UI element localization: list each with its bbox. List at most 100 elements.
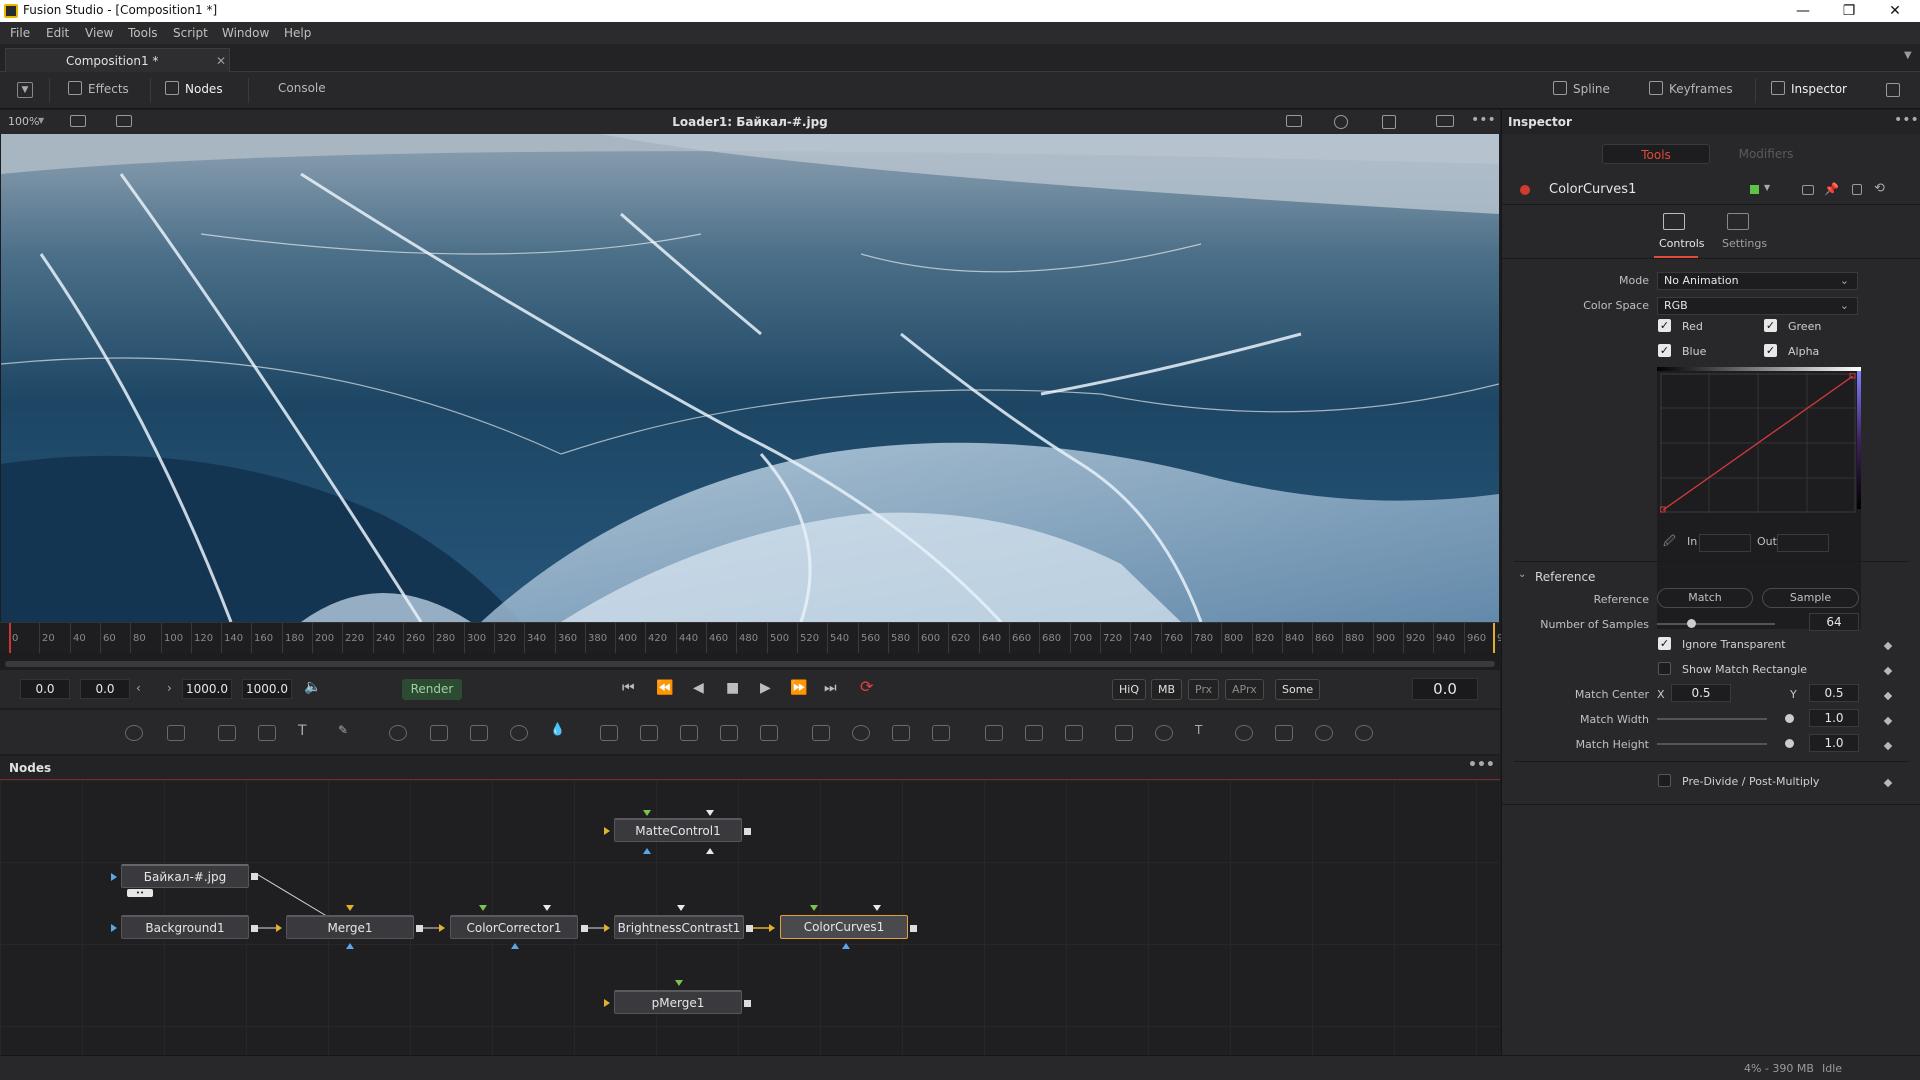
curves-input-green[interactable] <box>810 905 818 911</box>
merge-bg-input[interactable] <box>276 924 282 932</box>
match-height-field[interactable]: 1.0 <box>1809 734 1859 752</box>
match-height-slider[interactable] <box>1657 743 1767 745</box>
menu-edit[interactable]: Edit <box>46 26 69 40</box>
node-background1[interactable]: Background1 <box>121 915 249 939</box>
transform-tool-icon[interactable] <box>680 725 698 741</box>
resize-tool-icon[interactable] <box>720 725 738 741</box>
predivide-checkbox[interactable] <box>1658 774 1671 787</box>
ellipse-mask-icon[interactable] <box>852 725 870 741</box>
node-mattecontrol1[interactable]: MatteControl1 <box>614 818 742 842</box>
keyframes-button[interactable]: Keyframes <box>1649 81 1733 96</box>
match-center-x-field[interactable]: 0.5 <box>1671 684 1731 702</box>
pin-icon[interactable]: 📌 <box>1824 182 1839 196</box>
nodes-button[interactable]: Nodes <box>165 81 223 96</box>
close-tab-icon[interactable]: ✕ <box>216 54 226 68</box>
ignore-transparent-keyframe-icon[interactable] <box>1883 641 1893 651</box>
paint-bg-tool-icon[interactable] <box>258 725 276 741</box>
tab-modifiers[interactable]: Modifiers <box>1712 144 1820 164</box>
matte-bg-input[interactable] <box>706 810 714 816</box>
show-match-rect-checkbox[interactable] <box>1658 662 1671 675</box>
tab-tools[interactable]: Tools <box>1602 144 1710 164</box>
settings-tab-icon[interactable] <box>1727 213 1749 230</box>
paint-tool-icon[interactable]: ✎ <box>338 723 356 739</box>
timeline-scrollbar[interactable] <box>5 661 1495 667</box>
cc-input-white[interactable] <box>543 905 551 911</box>
close-window-button[interactable]: ✕ <box>1872 0 1918 22</box>
menu-window[interactable]: Window <box>222 26 269 40</box>
green-checkbox[interactable]: ✓ <box>1764 319 1777 332</box>
matte-fg-input[interactable] <box>643 810 651 816</box>
curves-input-white[interactable] <box>873 905 881 911</box>
matte-mask-input[interactable] <box>643 848 651 854</box>
play-reverse-icon[interactable]: ◀ <box>693 680 704 696</box>
pmerge-input-green[interactable] <box>675 980 683 986</box>
matte-control-tool-icon[interactable] <box>640 725 658 741</box>
loader-output-pin[interactable] <box>251 873 258 880</box>
fast-forward-icon[interactable]: ⏩ <box>790 680 807 696</box>
ignore-transparent-checkbox[interactable]: ✓ <box>1658 637 1671 650</box>
loop-icon[interactable]: ⟳ <box>860 677 873 696</box>
subtab-settings[interactable]: Settings <box>1722 237 1767 250</box>
go-to-start-icon[interactable]: ⏮ <box>622 680 635 696</box>
loader-tool-icon[interactable] <box>125 725 143 741</box>
background-output-pin[interactable] <box>251 925 258 932</box>
match-height-keyframe-icon[interactable] <box>1883 741 1893 751</box>
alpha-checkbox[interactable]: ✓ <box>1764 344 1777 357</box>
controls-tab-icon[interactable] <box>1663 213 1685 230</box>
channel-booleans-tool-icon[interactable]: 💧 <box>550 722 568 738</box>
render-button[interactable]: Render <box>402 679 462 700</box>
menu-script[interactable]: Script <box>173 26 208 40</box>
motion-blur-toggle[interactable]: MB <box>1151 679 1183 700</box>
merge-output-pin[interactable] <box>416 925 423 932</box>
match-center-y-field[interactable]: 0.5 <box>1809 684 1859 702</box>
inspector-button[interactable]: Inspector <box>1771 81 1847 96</box>
step-back-icon[interactable]: ‹ <box>136 681 141 695</box>
play-icon[interactable]: ▶ <box>760 680 771 696</box>
show-match-rect-keyframe-icon[interactable] <box>1883 666 1893 676</box>
nodes-options-icon[interactable]: ••• <box>1468 757 1495 773</box>
node-merge1[interactable]: Merge1 <box>286 915 414 939</box>
curve-in-field[interactable] <box>1699 534 1751 552</box>
match-width-slider-knob[interactable] <box>1785 714 1794 723</box>
saver-tool-icon[interactable] <box>167 725 185 741</box>
reset-icon[interactable]: ⟲ <box>1874 181 1885 196</box>
minimize-button[interactable]: — <box>1780 0 1826 22</box>
auto-proxy-toggle[interactable]: APrx <box>1225 679 1264 700</box>
renderer3d-tool-icon[interactable] <box>1315 725 1333 741</box>
text3d-tool-icon[interactable]: T <box>1195 723 1213 739</box>
viewer-channel-icon[interactable] <box>1334 115 1348 129</box>
merge-tool-icon[interactable] <box>600 725 618 741</box>
cc-input-green[interactable] <box>479 905 487 911</box>
hiq-toggle[interactable]: HiQ <box>1112 679 1146 700</box>
particle-emitter-icon[interactable] <box>985 725 1003 741</box>
bspline-mask-icon[interactable] <box>932 725 950 741</box>
samples-slider-knob[interactable] <box>1687 619 1696 628</box>
node-editor[interactable]: MatteControl1 Байкал-#.jpg •• Background… <box>0 780 1500 1055</box>
samples-slider[interactable] <box>1657 623 1775 625</box>
viewer-grid-icon[interactable] <box>1382 115 1396 129</box>
merge-mask-input[interactable] <box>346 943 354 949</box>
match-width-field[interactable]: 1.0 <box>1809 709 1859 727</box>
viewer-options-icon[interactable]: ••• <box>1471 112 1496 128</box>
node-brightnesscontrast1[interactable]: BrightnessContrast1 <box>614 915 744 939</box>
cc-mask-input[interactable] <box>511 943 519 949</box>
mode-dropdown[interactable]: No Animation ⌄ <box>1657 272 1858 290</box>
global-start-field[interactable]: 0.0 <box>20 679 70 699</box>
tool-color-swatch-icon[interactable] <box>1750 185 1759 194</box>
merge3d-tool-icon[interactable] <box>1155 725 1173 741</box>
tab-list-chevron-icon[interactable]: ▼ <box>1904 50 1912 61</box>
stop-icon[interactable]: ■ <box>726 680 739 696</box>
particle-render-icon[interactable] <box>1025 725 1043 741</box>
background-input-arrow[interactable] <box>111 924 117 932</box>
render-start-field[interactable]: 0.0 <box>80 679 130 699</box>
node-pmerge1[interactable]: pMerge1 <box>614 990 742 1014</box>
matte-input-arrow[interactable] <box>604 827 610 835</box>
audio-icon[interactable]: 🔈 <box>304 679 321 695</box>
match-width-keyframe-icon[interactable] <box>1883 716 1893 726</box>
tool-version-icon[interactable] <box>1802 185 1814 195</box>
global-end-field[interactable]: 1000.0 <box>242 679 292 699</box>
playhead[interactable] <box>9 623 11 653</box>
render-end-field[interactable]: 1000.0 <box>182 679 232 699</box>
step-forward-icon[interactable]: › <box>167 681 172 695</box>
tool-color-chevron-icon[interactable]: ▼ <box>1764 183 1770 192</box>
